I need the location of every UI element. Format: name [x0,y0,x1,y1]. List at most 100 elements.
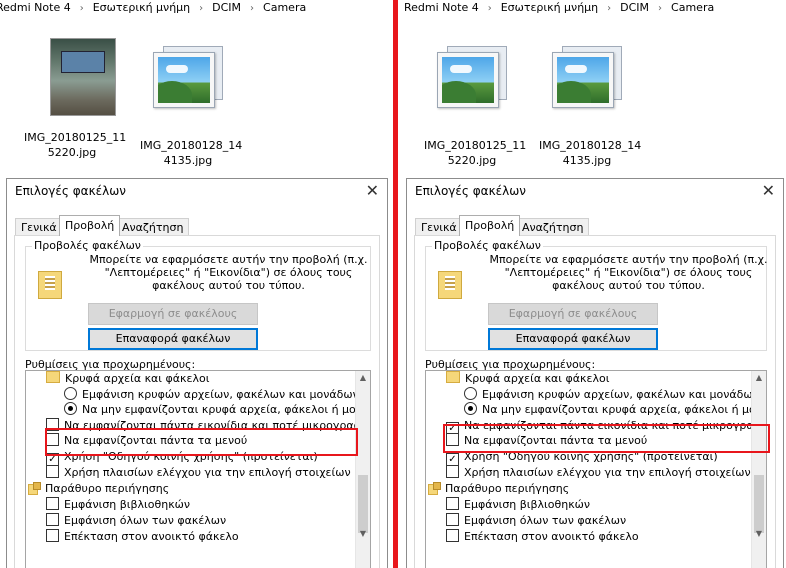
explorer-panel-before: Redmi Note 4 › Εσωτερική μνήμη › DCIM › Camera… [0,0,393,568]
folder-options-dialog: Επιλογές φακέλων ✕ Γενικά Προβολή Αναζήτ… [406,178,784,568]
file-name: IMG_20180125_11 5220.jpg [24,131,127,159]
tab-general[interactable]: Γενικά [415,218,463,236]
photo-thumbnail [37,38,116,116]
folder-view-icon [38,271,62,299]
folder-views-description: Μπορείτε να εφαρμόσετε αυτήν την προβολή… [89,253,368,292]
breadcrumb-dcim[interactable]: DCIM [620,1,649,14]
radio-button[interactable] [464,402,477,415]
close-icon[interactable]: ✕ [366,181,379,200]
photo-thumbnail [437,46,507,122]
generic-photo-icon [552,46,622,112]
folder-options-dialog: Επιλογές φακέλων ✕ Γενικά Προβολή Αναζήτ… [6,178,388,568]
folder-icon [446,371,460,383]
file-name: IMG_20180125_11 5220.jpg [424,139,527,167]
folder-icon [46,371,60,383]
group-title: Προβολές φακέλων [32,239,143,252]
navigation-pane-icon [28,482,41,495]
checkbox-expand-folder[interactable] [446,529,459,542]
file-item[interactable]: IMG_20180128_14 4135.jpg [539,38,641,168]
file-item[interactable]: IMG_20180128_14 4135.jpg [140,38,243,168]
folder-views-group: Προβολές φακέλων Μπορείτε να εφαρμόσετε … [425,239,768,351]
chevron-right-icon: › [607,3,612,14]
option-show-all-folders[interactable]: Εμφάνιση όλων των φακέλων [46,513,226,529]
checkbox-item-checkboxes[interactable] [446,465,459,478]
apply-to-folders-button[interactable]: Εφαρμογή σε φακέλους [88,303,258,325]
breadcrumb-storage[interactable]: Εσωτερική μνήμη [501,1,598,14]
folder-view-icon [438,271,462,299]
vertical-scrollbar[interactable]: ▲ ▼ [751,371,766,568]
file-name: IMG_20180128_14 4135.jpg [140,139,243,167]
breadcrumb-camera[interactable]: Camera [263,1,306,14]
tab-general[interactable]: Γενικά [15,218,63,236]
scrollbar-thumb[interactable] [754,475,764,533]
option-item-checkboxes[interactable]: Χρήση πλαισίων ελέγχου για την επιλογή σ… [446,465,751,481]
explorer-panel-after: Redmi Note 4 › Εσωτερική μνήμη › DCIM › Camera… [398,0,786,568]
reset-folders-button[interactable]: Επαναφορά φακέλων [488,328,658,350]
dialog-title: Επιλογές φακέλων [15,184,126,198]
chevron-right-icon: › [199,3,204,14]
option-show-all-folders[interactable]: Εμφάνιση όλων των φακέλων [446,513,626,529]
advanced-settings-tree: Κρυφά αρχεία και φάκελοι Εμφάνιση κρυφών… [425,370,767,568]
chevron-right-icon: › [250,3,255,14]
file-item[interactable]: IMG_20180125_11 5220.jpg [424,38,527,168]
tab-view[interactable]: Προβολή [459,215,521,236]
option-expand-open-folder[interactable]: Επέκταση στον ανοικτό φάκελο [46,529,239,545]
tab-search[interactable]: Αναζήτηση [116,218,190,236]
checkbox-expand-folder[interactable] [46,529,59,542]
tree-group-navigation-pane: Παράθυρο περιήγησης [428,481,569,497]
option-expand-open-folder[interactable]: Επέκταση στον ανοικτό φάκελο [446,529,639,545]
scroll-up-icon[interactable]: ▲ [752,371,766,385]
scroll-down-icon[interactable]: ▼ [356,527,370,541]
chevron-right-icon: › [658,3,663,14]
radio-show-hidden[interactable]: Εμφάνιση κρυφών αρχείων, φακέλων και μον… [64,387,359,403]
tab-search[interactable]: Αναζήτηση [516,218,590,236]
photo-thumbnail [153,46,223,122]
navigation-pane-icon [428,482,441,495]
tab-view[interactable]: Προβολή [59,215,121,236]
option-item-checkboxes[interactable]: Χρήση πλαισίων ελέγχου για την επιλογή σ… [46,465,351,481]
folder-views-group: Προβολές φακέλων Μπορείτε να εφαρμόσετε … [25,239,371,351]
view-tab-body: Προβολές φακέλων Μπορείτε να εφαρμόσετε … [14,235,380,568]
checkbox-show-all-folders[interactable] [46,513,59,526]
scrollbar-thumb[interactable] [358,475,368,533]
folder-views-description: Μπορείτε να εφαρμόσετε αυτήν την προβολή… [489,253,768,292]
photo-thumbnail [552,46,622,122]
option-show-libraries[interactable]: Εμφάνιση βιβλιοθηκών [446,497,590,513]
radio-show-hidden[interactable]: Εμφάνιση κρυφών αρχείων, φακέλων και μον… [464,387,759,403]
breadcrumb: Redmi Note 4 › Εσωτερική μνήμη › DCIM › Camera [404,0,714,16]
close-icon[interactable]: ✕ [762,181,775,200]
view-tab-body: Προβολές φακέλων Μπορείτε να εφαρμόσετε … [414,235,776,568]
checkbox-show-all-folders[interactable] [446,513,459,526]
vertical-scrollbar[interactable]: ▲ ▼ [355,371,370,568]
checkbox-show-libraries[interactable] [446,497,459,510]
radio-button[interactable] [464,387,477,400]
breadcrumb-camera[interactable]: Camera [671,1,714,14]
apply-to-folders-button[interactable]: Εφαρμογή σε φακέλους [488,303,658,325]
scroll-down-icon[interactable]: ▼ [752,527,766,541]
group-title: Προβολές φακέλων [432,239,543,252]
radio-dont-show-hidden[interactable]: Να μην εμφανίζονται κρυφά αρχεία, φάκελο… [464,402,756,418]
advanced-settings-tree: Κρυφά αρχεία και φάκελοι Εμφάνιση κρυφών… [25,370,371,568]
photo-preview-icon [50,38,116,116]
generic-photo-icon [437,46,507,112]
generic-photo-icon [153,46,223,112]
chevron-right-icon: › [79,3,84,14]
checkbox-item-checkboxes[interactable] [46,465,59,478]
radio-button[interactable] [64,402,77,415]
reset-folders-button[interactable]: Επαναφορά φακέλων [88,328,258,350]
breadcrumb-storage[interactable]: Εσωτερική μνήμη [93,1,190,14]
breadcrumb-device[interactable]: Redmi Note 4 [404,1,479,14]
option-show-libraries[interactable]: Εμφάνιση βιβλιοθηκών [46,497,190,513]
breadcrumb-device[interactable]: Redmi Note 4 [0,1,71,14]
highlight-annotation [45,428,358,456]
checkbox-show-libraries[interactable] [46,497,59,510]
radio-dont-show-hidden[interactable]: Να μην εμφανίζονται κρυφά αρχεία, φάκελο… [64,402,356,418]
tree-group-navigation-pane: Παράθυρο περιήγησης [28,481,169,497]
tree-group-hidden-files: Κρυφά αρχεία και φάκελοι [446,371,609,387]
highlight-annotation [443,424,770,453]
radio-button[interactable] [64,387,77,400]
scroll-up-icon[interactable]: ▲ [356,371,370,385]
breadcrumb-dcim[interactable]: DCIM [212,1,241,14]
dialog-title: Επιλογές φακέλων [415,184,526,198]
file-item[interactable]: IMG_20180125_11 5220.jpg [24,38,127,160]
